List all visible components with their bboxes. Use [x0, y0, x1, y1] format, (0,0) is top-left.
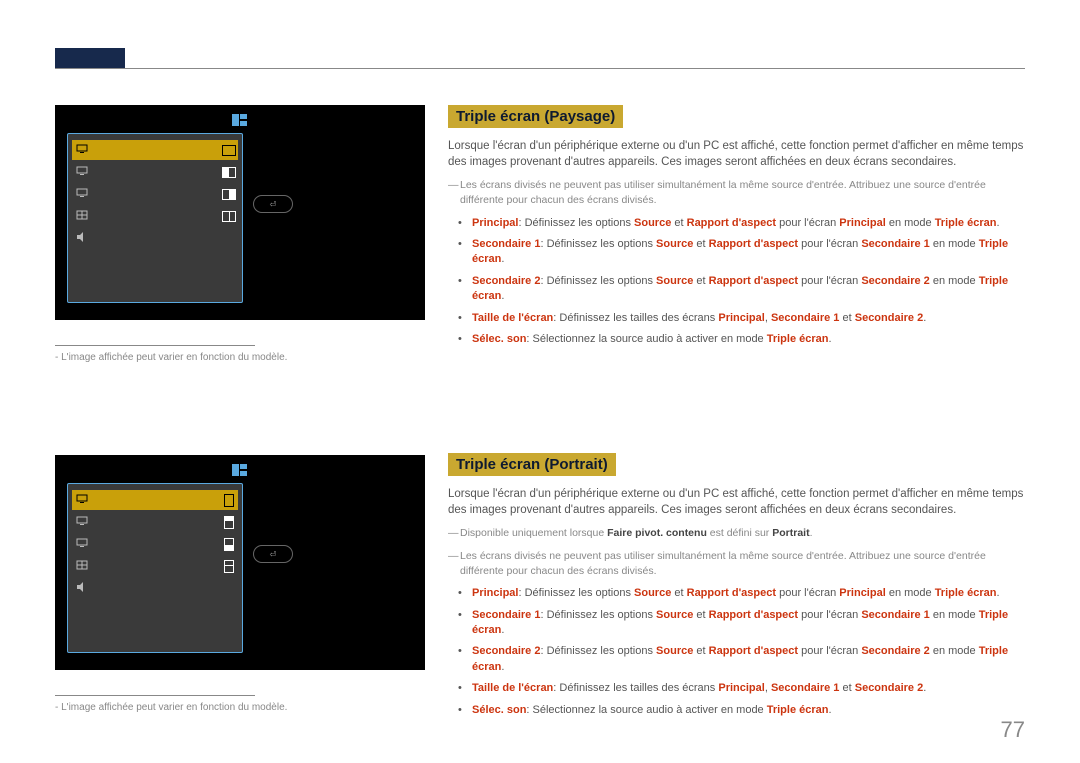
section-title: Triple écran (Portrait)	[448, 453, 616, 476]
bullet-son: Sélec. son: Sélectionnez la source audio…	[472, 332, 1028, 347]
bullet-secondaire1: Secondaire 1: Définissez les options Sou…	[472, 237, 1028, 268]
osd-row-secondaire2[interactable]	[72, 534, 238, 554]
osd-row-secondaire1[interactable]	[72, 162, 238, 182]
caption-text: L'image affichée peut varier en fonction…	[61, 352, 287, 363]
osd-header-icon	[55, 110, 425, 130]
bullet-taille: Taille de l'écran: Définissez les taille…	[472, 311, 1028, 326]
bullet-secondaire1: Secondaire 1: Définissez les options Sou…	[472, 608, 1028, 639]
caption-text: L'image affichée peut varier en fonction…	[61, 702, 287, 713]
note: Les écrans divisés ne peuvent pas utilis…	[448, 178, 1028, 207]
osd-row-taille[interactable]	[72, 556, 238, 576]
screenshot-panel-paysage: ⏎ - L'image affichée peut varier en fonc…	[55, 105, 425, 363]
screenshot-caption: - L'image affichée peut varier en foncti…	[55, 345, 425, 363]
bullet-taille: Taille de l'écran: Définissez les taille…	[472, 681, 1028, 696]
header-rule	[55, 68, 1025, 69]
osd-header-icon	[55, 460, 425, 480]
osd-row-son[interactable]	[72, 228, 238, 248]
section-intro: Lorsque l'écran d'un périphérique extern…	[448, 138, 1028, 170]
bullet-principal: Principal: Définissez les options Source…	[472, 586, 1028, 601]
osd-row-secondaire2[interactable]	[72, 184, 238, 204]
bullet-list: Principal: Définissez les options Source…	[448, 216, 1028, 348]
section-paysage: Triple écran (Paysage) Lorsque l'écran d…	[448, 105, 1028, 353]
section-portrait: Triple écran (Portrait) Lorsque l'écran …	[448, 453, 1028, 724]
osd-screenshot: ⏎	[55, 455, 425, 670]
osd-row-taille[interactable]	[72, 206, 238, 226]
osd-return-button[interactable]: ⏎	[253, 195, 293, 213]
screenshot-panel-portrait: ⏎ - L'image affichée peut varier en fonc…	[55, 455, 425, 713]
page-number: 77	[1001, 717, 1025, 743]
header-brand-bar	[55, 48, 125, 69]
osd-row-secondaire1[interactable]	[72, 512, 238, 532]
osd-menu	[67, 483, 243, 653]
bullet-list: Principal: Définissez les options Source…	[448, 586, 1028, 718]
screenshot-caption: - L'image affichée peut varier en foncti…	[55, 695, 425, 713]
note-availability: Disponible uniquement lorsque Faire pivo…	[448, 526, 1028, 541]
osd-return-button[interactable]: ⏎	[253, 545, 293, 563]
bullet-principal: Principal: Définissez les options Source…	[472, 216, 1028, 231]
osd-screenshot: ⏎	[55, 105, 425, 320]
osd-row-principal[interactable]	[72, 140, 238, 160]
bullet-secondaire2: Secondaire 2: Définissez les options Sou…	[472, 274, 1028, 305]
note: Les écrans divisés ne peuvent pas utilis…	[448, 549, 1028, 578]
bullet-son: Sélec. son: Sélectionnez la source audio…	[472, 703, 1028, 718]
osd-row-son[interactable]	[72, 578, 238, 598]
caption-rule	[55, 695, 255, 696]
osd-menu	[67, 133, 243, 303]
osd-row-principal[interactable]	[72, 490, 238, 510]
section-title: Triple écran (Paysage)	[448, 105, 623, 128]
caption-rule	[55, 345, 255, 346]
section-intro: Lorsque l'écran d'un périphérique extern…	[448, 486, 1028, 518]
bullet-secondaire2: Secondaire 2: Définissez les options Sou…	[472, 644, 1028, 675]
